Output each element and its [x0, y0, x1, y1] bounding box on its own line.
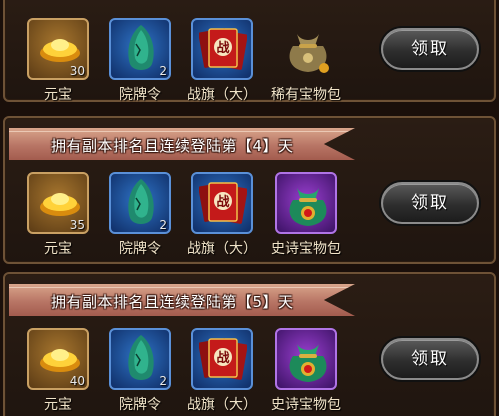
item-name: 战旗（大）: [187, 397, 257, 413]
reward-item-ingot[interactable]: 35 元宝: [19, 172, 97, 264]
item-slot: 40: [27, 328, 89, 390]
condition-banner: 拥有副本排名且连续登陆第【4】天: [9, 128, 355, 160]
item-name: 院牌令: [119, 241, 161, 257]
item-name: 战旗（大）: [187, 241, 257, 257]
item-quantity: 35: [69, 218, 85, 232]
item-slot: 战: [191, 18, 253, 80]
item-slot: 2: [109, 172, 171, 234]
condition-banner: 拥有副本排名且连续登陆第【5】天: [9, 284, 355, 316]
item-name: 院牌令: [119, 87, 161, 103]
svg-text:战: 战: [216, 194, 229, 210]
item-name: 院牌令: [119, 397, 161, 413]
item-name: 史诗宝物包: [271, 397, 341, 413]
reward-item-ingot[interactable]: 40 元宝: [19, 328, 97, 416]
item-name: 稀有宝物包: [271, 87, 341, 103]
svg-text:战: 战: [216, 350, 229, 366]
item-quantity: 2: [159, 64, 167, 78]
item-name: 元宝: [44, 241, 72, 257]
war-flag-icon: 战: [199, 28, 247, 70]
reward-item-flag[interactable]: 战 战旗（大）: [183, 18, 261, 110]
green-gem-icon: [128, 335, 154, 380]
gold-ingot-icon: [40, 349, 80, 372]
item-slot: 2: [109, 18, 171, 80]
claim-button[interactable]: 领取: [381, 338, 479, 380]
item-name: 战旗（大）: [187, 87, 257, 103]
reward-item-flag[interactable]: 战 战旗（大）: [183, 328, 261, 416]
gold-ingot-icon: [40, 39, 80, 62]
reward-row-1: 30 元宝 2 院牌令 战 战旗（大） 稀有宝物包 领取: [3, 0, 496, 103]
item-slot: 战: [191, 328, 253, 390]
item-quantity: 40: [69, 374, 85, 388]
treasure-bag-icon: [289, 34, 329, 73]
item-slot: [275, 172, 337, 234]
reward-item-gem[interactable]: 2 院牌令: [101, 18, 179, 110]
item-slot: 2: [109, 328, 171, 390]
item-name: 史诗宝物包: [271, 241, 341, 257]
reward-item-bag[interactable]: 史诗宝物包: [267, 328, 345, 416]
item-slot: 35: [27, 172, 89, 234]
reward-item-bag[interactable]: 稀有宝物包: [267, 18, 345, 110]
reward-row-day-5: 拥有副本排名且连续登陆第【5】天 40 元宝 2 院牌令 战 战旗（大） 史诗宝…: [3, 272, 496, 416]
reward-row-day-4: 拥有副本排名且连续登陆第【4】天 35 元宝 2 院牌令 战 战旗（大） 史诗宝…: [3, 116, 496, 264]
treasure-bag-icon: [289, 344, 327, 382]
item-slot: 30: [27, 18, 89, 80]
green-gem-icon: [128, 179, 154, 224]
reward-item-gem[interactable]: 2 院牌令: [101, 172, 179, 264]
item-slot: 战: [191, 172, 253, 234]
war-flag-icon: 战: [199, 338, 247, 380]
item-quantity: 2: [159, 374, 167, 388]
reward-item-ingot[interactable]: 30 元宝: [19, 18, 97, 110]
reward-item-bag[interactable]: 史诗宝物包: [267, 172, 345, 264]
gold-ingot-icon: [40, 193, 80, 216]
green-gem-icon: [128, 25, 154, 70]
item-name: 元宝: [44, 397, 72, 413]
svg-text:战: 战: [216, 40, 229, 56]
claim-button[interactable]: 领取: [381, 28, 479, 70]
war-flag-icon: 战: [199, 182, 247, 224]
item-quantity: 2: [159, 218, 167, 232]
claim-button[interactable]: 领取: [381, 182, 479, 224]
banner-text: 拥有副本排名且连续登陆第【5】天: [51, 293, 294, 311]
item-name: 元宝: [44, 87, 72, 103]
banner-text: 拥有副本排名且连续登陆第【4】天: [51, 137, 294, 155]
item-quantity: 30: [69, 64, 85, 78]
item-slot: [275, 18, 337, 80]
reward-item-gem[interactable]: 2 院牌令: [101, 328, 179, 416]
item-slot: [275, 328, 337, 390]
treasure-bag-icon: [289, 188, 327, 226]
reward-item-flag[interactable]: 战 战旗（大）: [183, 172, 261, 264]
